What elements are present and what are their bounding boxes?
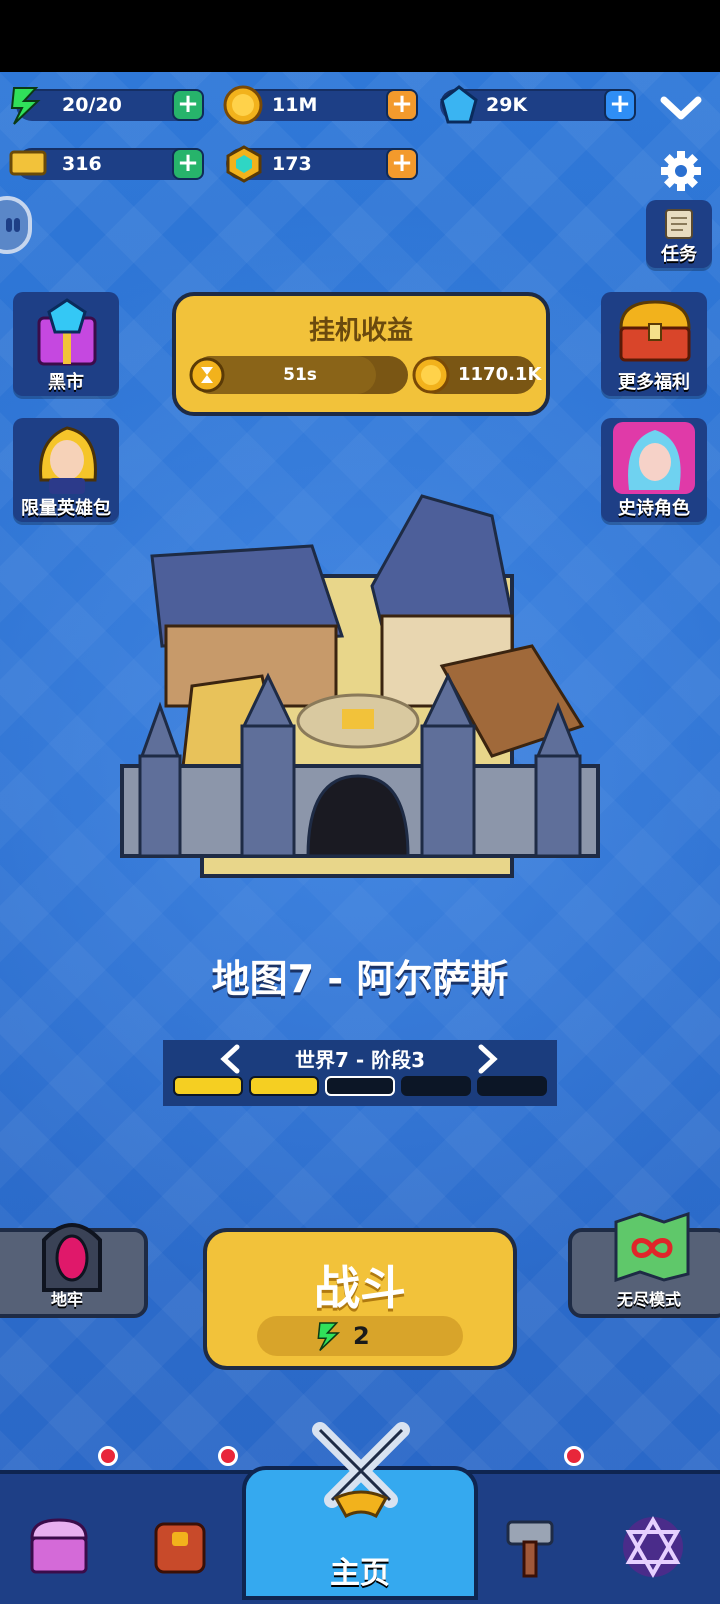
add-tickets-button[interactable]: + <box>172 148 204 180</box>
hero-pack-button[interactable]: 限量英雄包 <box>13 418 119 522</box>
energy-value: 20/20 <box>62 94 122 116</box>
black-market-button[interactable]: 黑市 <box>13 292 119 396</box>
hero-portrait-icon <box>39 426 97 494</box>
add-energy-button[interactable]: + <box>172 89 204 121</box>
backpack-icon <box>154 1522 206 1574</box>
stage-segment-5 <box>477 1076 547 1096</box>
home-label: 主页 <box>330 1556 390 1591</box>
status-bar <box>0 0 720 72</box>
notification-dot <box>564 1446 584 1466</box>
tab-shop[interactable] <box>14 1486 104 1586</box>
tickets-value: 316 <box>62 153 102 175</box>
gold-coin-icon <box>412 356 450 394</box>
hourglass-coin-icon <box>189 357 225 393</box>
ticket-icon <box>9 150 47 176</box>
endless-mode-button[interactable]: 无尽模式 <box>568 1212 720 1318</box>
more-benefits-button[interactable]: 更多福利 <box>601 292 707 396</box>
epic-character-label: 史诗角色 <box>618 498 690 519</box>
add-gems-button[interactable]: + <box>604 89 636 121</box>
more-benefits-label: 更多福利 <box>618 372 690 393</box>
chevron-right-icon[interactable] <box>475 1044 499 1074</box>
notification-dot <box>98 1446 118 1466</box>
stage-segment-2 <box>249 1076 319 1096</box>
tab-forge[interactable] <box>486 1486 576 1586</box>
treasure-box-icon <box>30 1518 88 1574</box>
notification-dot <box>218 1446 238 1466</box>
tab-inventory[interactable] <box>136 1486 226 1586</box>
fight-cost-value: 2 <box>353 1322 370 1350</box>
treasure-chest-icon <box>619 300 691 362</box>
tab-home[interactable]: 主页 <box>242 1422 478 1600</box>
hexagram-icon <box>623 1515 683 1579</box>
add-crystals-button[interactable]: + <box>386 148 418 180</box>
stage-selector: 世界7 - 阶段3 <box>163 1040 557 1106</box>
gold-value: 11M <box>272 94 318 116</box>
dungeon-button[interactable]: 地牢 <box>0 1223 148 1318</box>
gift-box-icon <box>37 298 97 366</box>
idle-gold-value: 1170.1K <box>458 364 542 385</box>
idle-income-panel[interactable]: 挂机收益 51s 1170.1K <box>172 292 550 416</box>
castle-map-illustration[interactable] <box>112 476 608 906</box>
tab-summon[interactable] <box>610 1486 700 1586</box>
chevron-down-icon[interactable] <box>660 92 702 124</box>
fight-label: 战斗 <box>314 1261 406 1315</box>
blue-gem-icon <box>440 85 478 124</box>
epic-character-button[interactable]: 史诗角色 <box>601 418 707 522</box>
idle-income-title: 挂机收益 <box>308 316 413 346</box>
scroll-icon <box>665 209 693 239</box>
stage-segment-1 <box>173 1076 243 1096</box>
fight-cost: 2 <box>257 1316 463 1356</box>
hammer-icon <box>506 1520 554 1578</box>
add-gold-button[interactable]: + <box>386 89 418 121</box>
infinity-map-icon <box>614 1212 690 1282</box>
endless-mode-label: 无尽模式 <box>616 1290 681 1309</box>
tasks-label: 任务 <box>661 244 697 265</box>
crystals-value: 173 <box>272 153 312 175</box>
dungeon-portal-icon <box>42 1223 102 1292</box>
lightning-icon <box>317 1322 341 1352</box>
teal-crystal-icon <box>226 145 262 183</box>
map-title: 地图7 - 阿尔萨斯 <box>211 957 509 1001</box>
fight-button[interactable]: 战斗 2 <box>203 1228 517 1370</box>
chat-icon <box>6 218 12 232</box>
lightning-icon <box>10 87 41 125</box>
gold-coin-icon <box>223 85 263 125</box>
black-market-label: 黑市 <box>48 372 84 393</box>
elf-portrait-icon <box>613 422 695 494</box>
crossed-swords-icon <box>312 1422 410 1519</box>
dungeon-label: 地牢 <box>50 1290 83 1309</box>
gems-value: 29K <box>486 94 528 116</box>
stage-segment-4 <box>401 1076 471 1096</box>
hero-pack-label: 限量英雄包 <box>21 498 111 519</box>
gear-icon[interactable] <box>658 148 704 194</box>
stage-segment-3 <box>325 1076 395 1096</box>
tasks-button[interactable]: 任务 <box>646 200 712 268</box>
